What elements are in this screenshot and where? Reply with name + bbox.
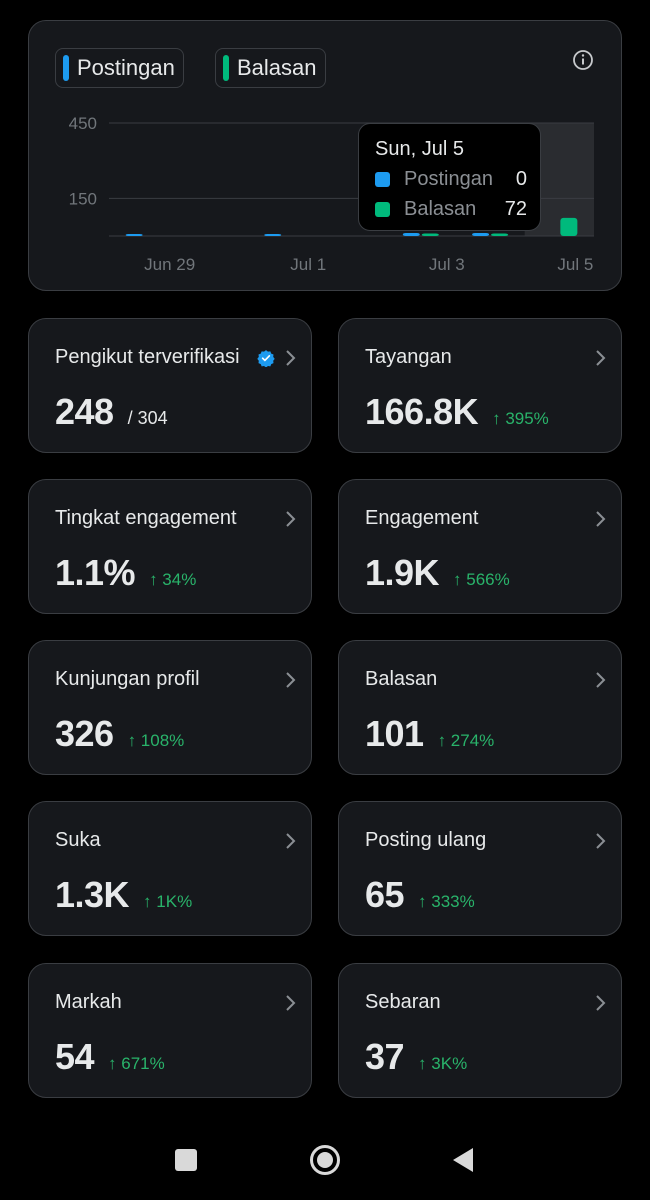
- tooltip-balasan-label: Balasan: [404, 197, 477, 220]
- metric-card-reposts[interactable]: Posting ulang 65 ↑ 333%: [338, 801, 622, 936]
- y-tick-label: 450: [69, 114, 97, 133]
- metric-change: ↑ 333%: [418, 892, 475, 911]
- x-tick-label: Jun 29: [144, 255, 195, 274]
- chevron-right-icon: [596, 672, 606, 688]
- tooltip-postingan-label: Postingan: [404, 167, 493, 190]
- metric-value-row: 1.3K ↑ 1K%: [55, 874, 192, 916]
- verified-badge-icon: [257, 350, 275, 367]
- metric-value: 101: [365, 713, 424, 754]
- system-navigation-bar: [175, 1145, 473, 1175]
- metric-label: Posting ulang: [365, 829, 487, 851]
- metric-value: 166.8K: [365, 391, 479, 432]
- home-circle-icon[interactable]: [310, 1145, 340, 1175]
- chevron-right-icon: [286, 672, 296, 688]
- metric-label: Balasan: [365, 668, 438, 690]
- bar-postingan: [264, 234, 282, 236]
- metric-change: ↑ 671%: [108, 1054, 165, 1073]
- back-triangle-icon[interactable]: [453, 1148, 473, 1172]
- tooltip-row-postingan: Postingan 0: [375, 167, 527, 191]
- chevron-right-icon: [286, 350, 296, 366]
- metric-value: 1.3K: [55, 874, 130, 915]
- x-tick-label: Jul 5: [557, 255, 593, 274]
- chevron-right-icon: [596, 511, 606, 527]
- metric-label: Kunjungan profil: [55, 668, 200, 690]
- metric-card-bookmarks[interactable]: Markah 54 ↑ 671%: [28, 963, 312, 1098]
- x-tick-label: Jul 1: [290, 255, 326, 274]
- metric-value-row: 65 ↑ 333%: [365, 874, 475, 916]
- metric-change: ↑ 566%: [453, 570, 510, 589]
- metric-card-shares[interactable]: Sebaran 37 ↑ 3K%: [338, 963, 622, 1098]
- tooltip-postingan-swatch: [375, 171, 390, 187]
- metric-label: Markah: [55, 991, 122, 1013]
- metric-label: Tingkat engagement: [55, 507, 237, 529]
- metric-label: Suka: [55, 829, 101, 851]
- x-tick-label: Jul 3: [429, 255, 465, 274]
- metric-value-row: 248 / 304: [55, 391, 168, 433]
- bar-postingan: [402, 232, 420, 236]
- tooltip-balasan-swatch: [375, 201, 390, 217]
- metric-card-impressions[interactable]: Tayangan 166.8K ↑ 395%: [338, 318, 622, 453]
- metric-value: 54: [55, 1036, 95, 1077]
- tooltip-row-balasan: Balasan 72: [375, 197, 527, 221]
- metric-value: 1.9K: [365, 552, 440, 593]
- metric-change: ↑ 34%: [149, 570, 197, 589]
- metric-value: 326: [55, 713, 114, 754]
- chevron-right-icon: [286, 833, 296, 849]
- bar-postingan: [472, 232, 490, 236]
- metric-value-row: 166.8K ↑ 395%: [365, 391, 549, 433]
- metric-change: ↑ 395%: [492, 409, 549, 428]
- tooltip-date: Sun, Jul 5: [375, 138, 464, 160]
- bar-balasan: [421, 233, 439, 236]
- metric-change: ↑ 108%: [127, 731, 185, 750]
- chevron-right-icon: [596, 350, 606, 366]
- metric-label: Engagement: [365, 507, 479, 529]
- metric-total: / 304: [127, 408, 168, 428]
- metric-card-likes[interactable]: Suka 1.3K ↑ 1K%: [28, 801, 312, 936]
- metric-change: ↑ 3K%: [418, 1054, 468, 1073]
- tooltip-postingan-value: 0: [515, 167, 527, 190]
- chevron-right-icon: [596, 833, 606, 849]
- y-tick-label: 150: [69, 189, 97, 208]
- metric-value-row: 326 ↑ 108%: [55, 713, 184, 755]
- metric-label: Sebaran: [365, 991, 441, 1013]
- metric-value-row: 1.9K ↑ 566%: [365, 552, 510, 594]
- metric-card-engagement[interactable]: Engagement 1.9K ↑ 566%: [338, 479, 622, 614]
- metric-value: 65: [365, 874, 405, 915]
- metric-card-replies[interactable]: Balasan 101 ↑ 274%: [338, 640, 622, 775]
- activity-chart-card: Postingan Balasan 450 150 Jun 29 Jul 1 Jul 3…: [28, 20, 622, 291]
- metric-card-verified-followers[interactable]: Pengikut terverifikasi 248 / 304: [28, 318, 312, 453]
- metric-value: 1.1%: [55, 552, 136, 593]
- bar-balasan: [491, 233, 509, 236]
- metric-value-row: 101 ↑ 274%: [365, 713, 494, 755]
- bar-balasan: [560, 217, 578, 236]
- chevron-right-icon: [286, 995, 296, 1011]
- metric-value-row: 37 ↑ 3K%: [365, 1036, 467, 1078]
- bar-postingan: [125, 234, 143, 236]
- metric-value-row: 54 ↑ 671%: [55, 1036, 165, 1078]
- recents-square-icon[interactable]: [175, 1149, 197, 1171]
- metric-card-engagement-rate[interactable]: Tingkat engagement 1.1% ↑ 34%: [28, 479, 312, 614]
- metric-change: ↑ 274%: [437, 731, 495, 750]
- chevron-right-icon: [286, 511, 296, 527]
- metric-change: ↑ 1K%: [143, 892, 193, 911]
- metric-value: 37: [365, 1036, 405, 1077]
- chevron-right-icon: [596, 995, 606, 1011]
- metric-value: 248: [55, 391, 114, 432]
- metric-label: Tayangan: [365, 346, 452, 368]
- metric-label: Pengikut terverifikasi: [55, 346, 240, 368]
- metric-card-profile-visits[interactable]: Kunjungan profil 326 ↑ 108%: [28, 640, 312, 775]
- tooltip-balasan-value: 72: [504, 197, 527, 220]
- metric-value-row: 1.1% ↑ 34%: [55, 552, 196, 594]
- chart-tooltip: Sun, Jul 5 Postingan 0 Balasan 72: [358, 123, 541, 231]
